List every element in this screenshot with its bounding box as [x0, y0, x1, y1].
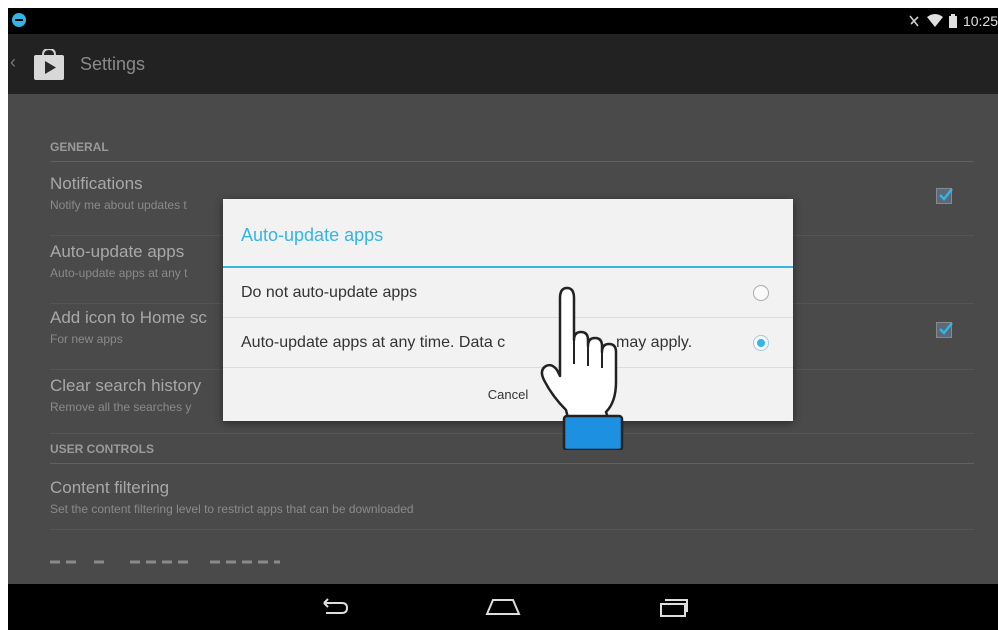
status-bar: 10:25: [8, 8, 998, 34]
section-header-general: GENERAL: [50, 134, 974, 162]
setting-row-content-filtering[interactable]: Content filtering Set the content filter…: [50, 478, 974, 530]
back-icon[interactable]: [314, 594, 354, 620]
option-label: Auto-update apps at any time. Data c: [241, 334, 506, 351]
clipped-row: [50, 552, 290, 564]
option-label: Do not auto-update apps: [241, 284, 418, 301]
row-title: Notifications: [50, 174, 143, 193]
status-icons: 10:25: [907, 12, 998, 30]
status-time: 10:25: [962, 13, 998, 29]
notifications-checkbox[interactable]: [936, 188, 953, 204]
device-screen: 10:25 ‹ Settings GENERAL Notifications N…: [8, 8, 998, 630]
app-notification-icon: [12, 13, 26, 27]
option-do-not-auto-update[interactable]: Do not auto-update apps: [223, 268, 793, 318]
pointing-hand-icon: [538, 286, 638, 452]
battery-icon: [948, 14, 957, 28]
up-caret-icon[interactable]: ‹: [10, 52, 16, 73]
section-header-user-controls: USER CONTROLS: [50, 436, 974, 464]
cancel-button[interactable]: Cancel: [223, 369, 793, 421]
mute-icon: [907, 14, 921, 28]
home-icon[interactable]: [483, 594, 523, 620]
wifi-icon: [926, 14, 943, 28]
row-title: Content filtering: [50, 478, 170, 497]
radio-unselected[interactable]: [753, 285, 769, 301]
add-icon-checkbox[interactable]: [936, 322, 953, 338]
navigation-bar: [8, 584, 998, 630]
recents-icon[interactable]: [654, 594, 694, 620]
radio-selected[interactable]: [753, 335, 769, 351]
row-subtitle: Set the content filtering level to restr…: [50, 502, 414, 516]
auto-update-dialog: Auto-update apps Do not auto-update apps…: [223, 199, 793, 421]
option-auto-update-any-time[interactable]: Auto-update apps at any time. Data c may…: [223, 318, 793, 368]
action-bar: ‹ Settings: [8, 34, 998, 94]
play-store-icon[interactable]: [32, 47, 66, 81]
dialog-title: Auto-update apps: [241, 225, 384, 245]
page-title: Settings: [80, 54, 146, 74]
